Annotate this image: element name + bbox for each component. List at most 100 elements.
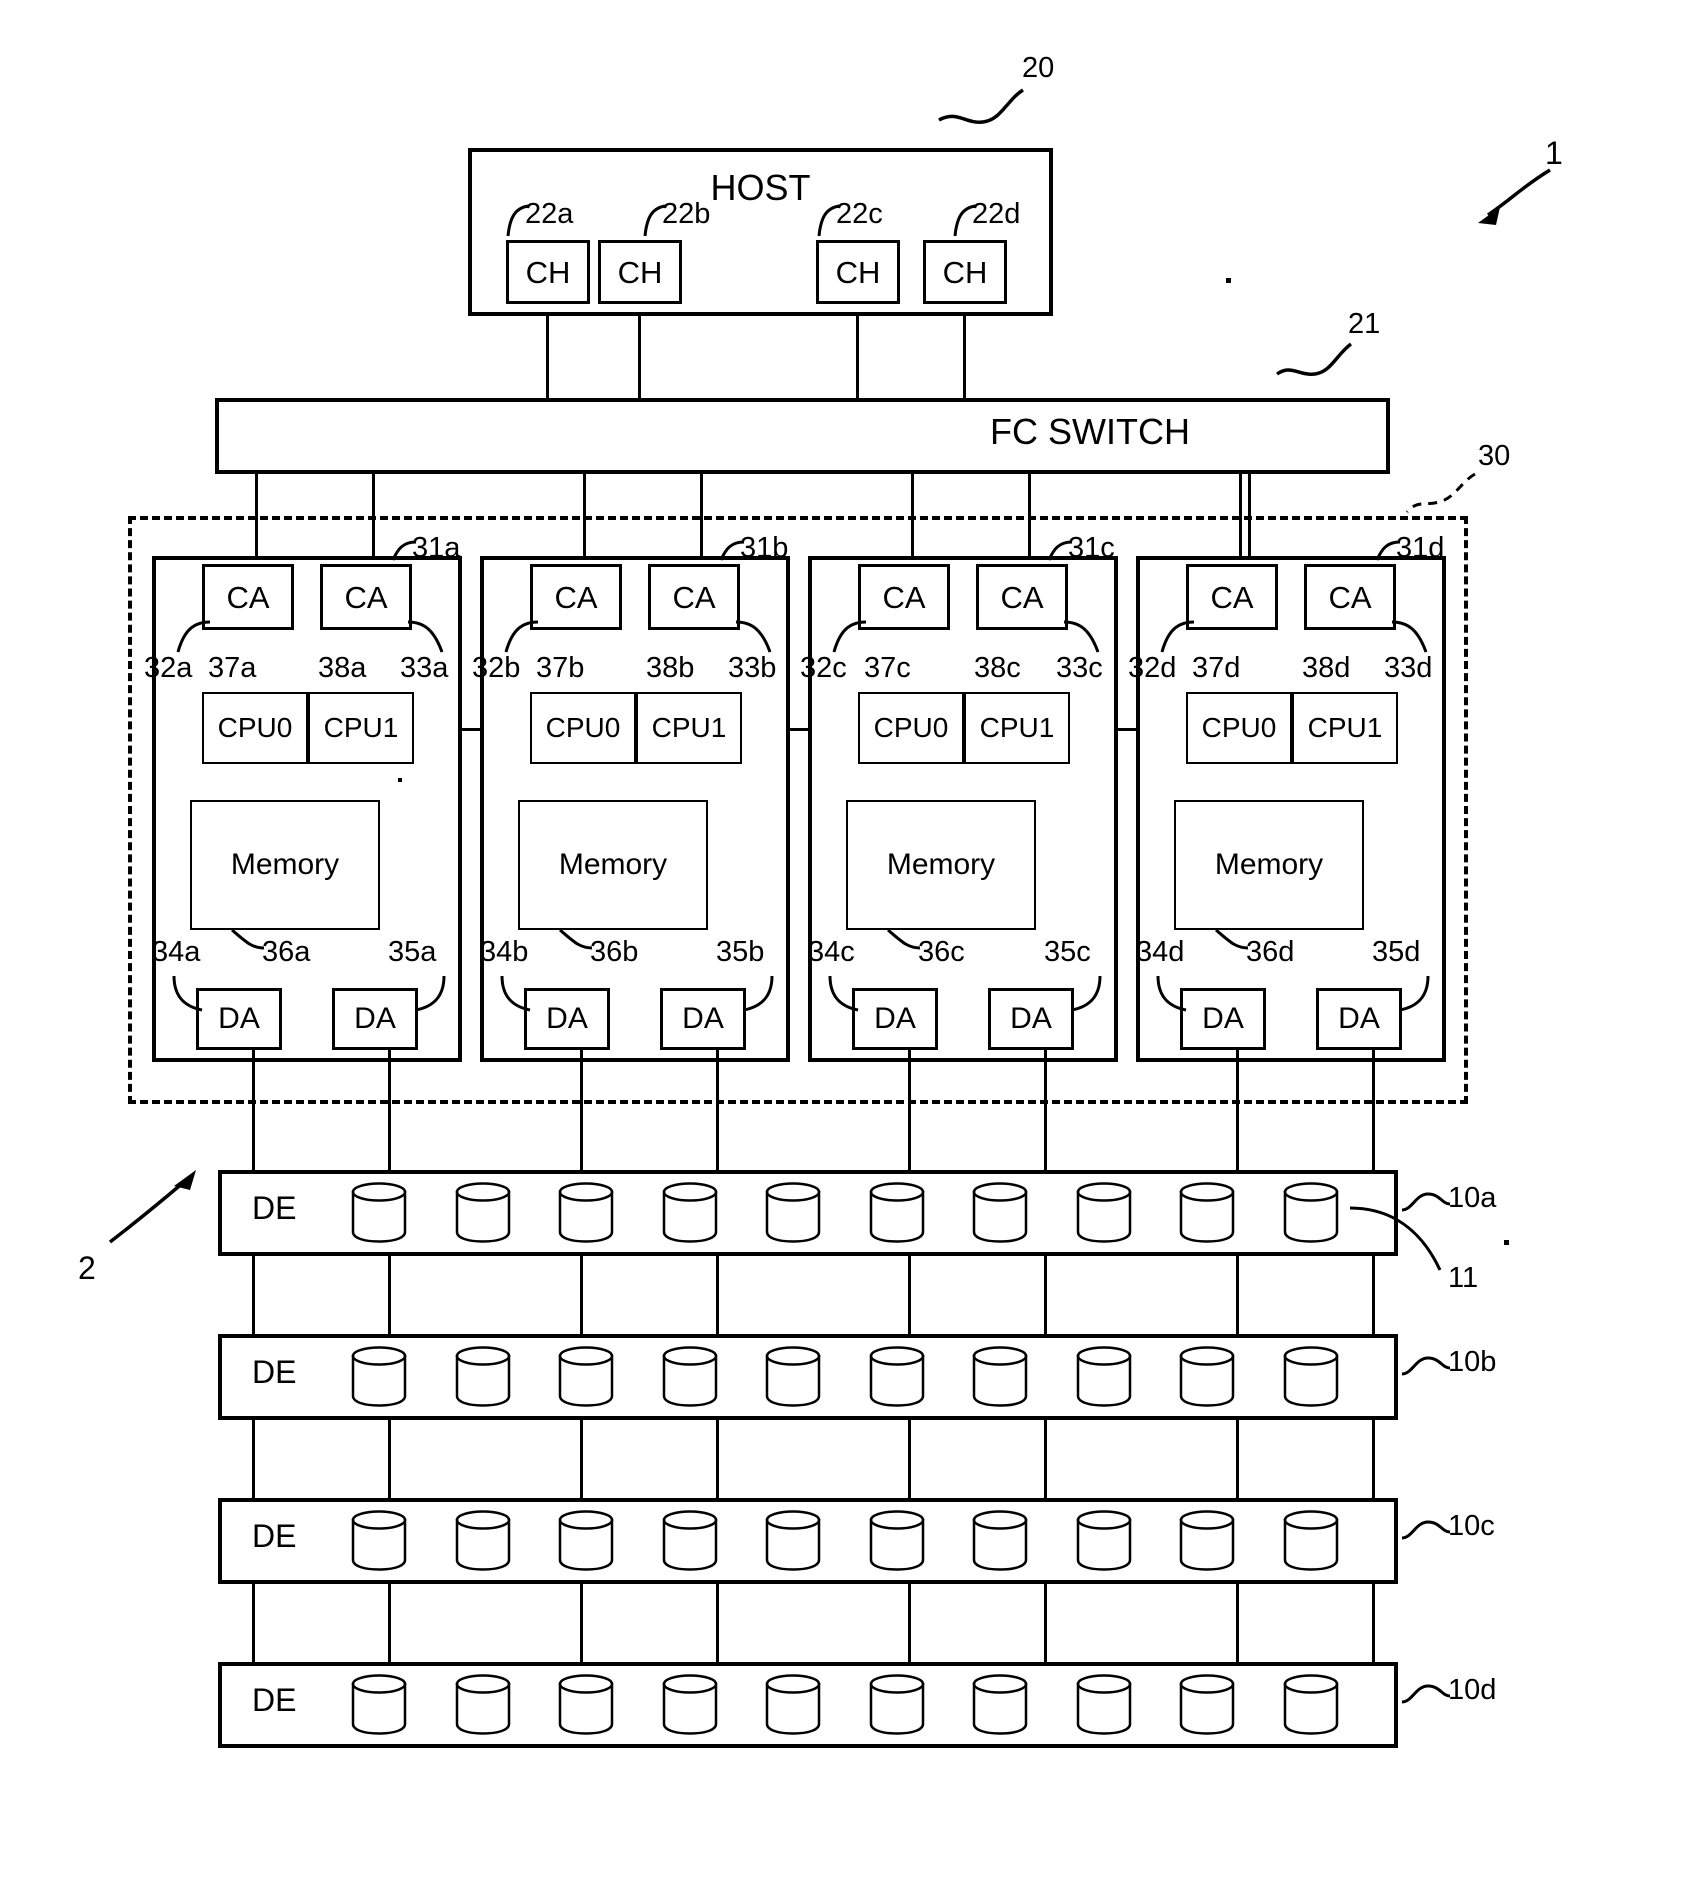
de-chain-b-3 [716,1420,719,1498]
disk-drive [1178,1181,1236,1243]
ref-22c: 22c [836,198,883,230]
module-0-cpu0-label: CPU0 [217,712,293,743]
module-1-ca-right-label: CA [672,579,716,615]
ref-31d: 31d [1396,532,1445,564]
de-chain-c-6 [1236,1584,1239,1662]
disk-drive [1282,1345,1340,1407]
module-2-memory-label: Memory [886,848,996,881]
disk-drive [350,1181,408,1243]
host-switch-link-3 [963,316,966,398]
module-2-cpu1-label: CPU1 [979,712,1055,743]
disk-drive [1178,1673,1236,1735]
host-channel-1-label: CH [617,254,663,290]
disk-drive [971,1509,1029,1571]
module-3-da-right-label: DA [1338,1002,1380,1035]
disk-drive [868,1345,926,1407]
disk-drive [454,1509,512,1571]
disk-drive [971,1673,1029,1735]
module-0-da-right-label: DA [354,1002,396,1035]
disk-drive [350,1673,408,1735]
de-chain-b-2 [580,1420,583,1498]
ref-34c: 34c [808,936,855,968]
drive-enclosure-2-label: DE [252,1518,297,1554]
ref-33d: 33d [1384,652,1433,684]
ref-35d: 35d [1372,936,1421,968]
da-de-link-6 [1236,1050,1239,1170]
module-link-1-2 [790,728,808,731]
disk-drive [764,1673,822,1735]
disk-drive [1178,1345,1236,1407]
ref-10b-leader [1401,1356,1451,1376]
module-3-ca-left-label: CA [1210,579,1254,615]
module-0-ca-right-label: CA [344,579,388,615]
host-switch-link-1 [638,316,641,398]
da-de-link-3 [716,1050,719,1170]
figure-canvas: 1 20 HOST CH 22a CH 22b CH 22c CH 22d 21… [0,0,1695,1897]
de-chain-a-3 [716,1256,719,1334]
ref-31a: 31a [412,532,461,564]
disk-drive [661,1181,719,1243]
ref-10c-leader [1401,1520,1451,1540]
module-1-da-left-label: DA [546,1002,588,1035]
ref-34a: 34a [152,936,201,968]
disk-drive [454,1673,512,1735]
de-chain-a-1 [388,1256,391,1334]
disk-drive [1178,1509,1236,1571]
disk-drive [1282,1509,1340,1571]
ref-33b: 33b [728,652,777,684]
ref-22b: 22b [662,198,711,230]
disk-drive [764,1345,822,1407]
fc-switch-label: FC SWITCH [990,411,1190,452]
ref-21-leader [1275,342,1353,376]
ref-22a: 22a [525,198,574,230]
module-2-ca-left-label: CA [882,579,926,615]
ref-1-arrow [1478,168,1551,225]
scan-artifact-2 [398,778,402,782]
ref-32b: 32b [472,652,521,684]
drive-enclosure-1-label: DE [252,1354,297,1390]
de-chain-b-4 [908,1420,911,1498]
de-chain-a-5 [1044,1256,1047,1334]
disk-drive [350,1345,408,1407]
ref-37a: 37a [208,652,257,684]
ref-31c: 31c [1068,532,1115,564]
ref-storage-2: 2 [78,1250,96,1286]
disk-drive [1075,1673,1133,1735]
disk-drive [971,1181,1029,1243]
ref-36a: 36a [262,936,311,968]
disk-drive [1282,1673,1340,1735]
module-2-da-right-label: DA [1010,1002,1052,1035]
module-3-cpu1-label: CPU1 [1307,712,1383,743]
module-3-cpu0-label: CPU0 [1201,712,1277,743]
da-de-link-7 [1372,1050,1375,1170]
scan-artifact-0 [1226,278,1231,283]
ref-33a: 33a [400,652,449,684]
ref-37c: 37c [864,652,911,684]
module-1-cpu1-label: CPU1 [651,712,727,743]
de-chain-c-4 [908,1584,911,1662]
da-de-link-1 [388,1050,391,1170]
disk-drive [868,1509,926,1571]
ref-35b: 35b [716,936,765,968]
module-1-cpu0-label: CPU0 [545,712,621,743]
disk-drive [557,1509,615,1571]
de-chain-c-3 [716,1584,719,1662]
module-1-ca-left-label: CA [554,579,598,615]
ref-controller-group-30: 30 [1478,440,1511,472]
module-2-da-left-label: DA [874,1002,916,1035]
host-switch-link-0 [546,316,549,398]
ref-host-20: 20 [1022,52,1055,84]
de-chain-c-7 [1372,1584,1375,1662]
ref-10a: 10a [1448,1182,1497,1214]
ref-36b: 36b [590,936,639,968]
ref-31b: 31b [740,532,789,564]
disk-drive [557,1181,615,1243]
ref-10b: 10b [1448,1346,1497,1378]
module-1-memory-label: Memory [558,848,668,881]
module-0-ca-left-label: CA [226,579,270,615]
host-channel-0-label: CH [525,254,571,290]
module-0-da-left-label: DA [218,1002,260,1035]
de-chain-c-2 [580,1584,583,1662]
disk-drive [868,1181,926,1243]
disk-drive [454,1181,512,1243]
